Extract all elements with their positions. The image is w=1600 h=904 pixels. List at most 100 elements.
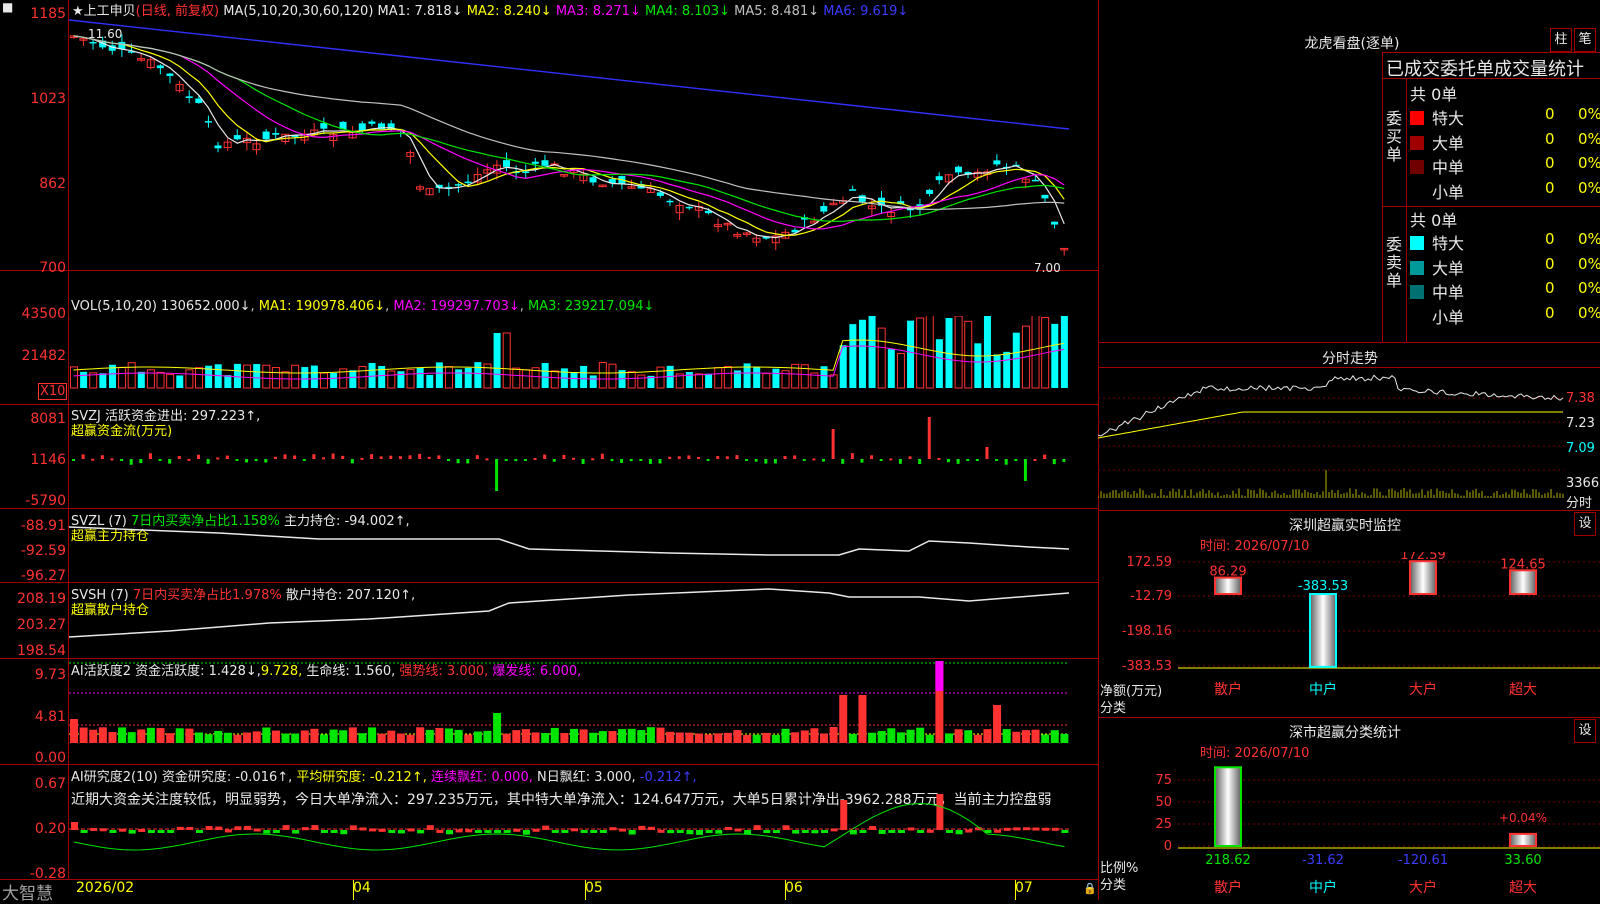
intraday-chart[interactable] (1098, 368, 1564, 508)
candle-body (589, 177, 597, 183)
vol-bar (176, 375, 184, 388)
research-bar (599, 830, 607, 833)
vol-bar (1060, 316, 1068, 388)
activity-bar (416, 727, 425, 743)
monitor-settings-button[interactable]: 设 (1574, 512, 1596, 536)
lock-icon[interactable]: 🔒 (1083, 882, 1097, 895)
monitor-bar-chart[interactable]: 172.59 -12.79 -198.16 -383.53 86.29 散户 -383.53… (1098, 552, 1600, 712)
x-axis-label: 06 (785, 880, 803, 896)
column-mode-button[interactable]: 柱 (1550, 28, 1572, 52)
activity-bar (1050, 730, 1059, 743)
research-bar (936, 794, 944, 830)
flow-bar (120, 459, 124, 461)
svzl-tick: -96.27 (20, 568, 66, 584)
vol-bar (435, 362, 443, 388)
activity-bar (118, 727, 127, 743)
order-type: 大单 (1432, 258, 1465, 278)
flow-bar (898, 459, 902, 464)
classify-settings-button[interactable]: 设 (1574, 719, 1596, 743)
activity-bar (377, 733, 386, 743)
activity-bar (733, 730, 742, 743)
activity-bar (108, 731, 117, 743)
vol-header: VOL(5,10,20) 130652.000↓, MA1: 190978.40… (71, 299, 655, 314)
price-tick: 862 (39, 176, 66, 192)
vol-bar (772, 368, 780, 388)
order-count: 0 (1545, 230, 1555, 248)
activity-bar (646, 727, 655, 743)
stats-left-line (1382, 52, 1383, 342)
flow-bar (72, 459, 75, 461)
flow-bar (995, 459, 999, 461)
flow-bar (706, 459, 710, 461)
order-pct: 0% (1578, 279, 1600, 297)
research-bar (811, 830, 819, 834)
category-bar (1409, 560, 1437, 595)
activity-bar (887, 728, 896, 743)
color-swatch (1410, 236, 1424, 250)
volume-chart[interactable] (69, 316, 1098, 404)
research-bar (1061, 830, 1069, 833)
vol-bar (445, 366, 453, 389)
activity-bar (435, 727, 444, 743)
flow-bar (947, 459, 950, 463)
activity-bar (781, 728, 790, 743)
monitor-top-line (1098, 510, 1600, 511)
vol-bar (253, 364, 261, 388)
activity-bar (656, 727, 665, 743)
stroke-mode-button[interactable]: 笔 (1574, 28, 1596, 52)
flow-bar (129, 459, 133, 465)
buy-label: 委买单 (1386, 109, 1403, 164)
vol-bar (137, 371, 145, 388)
flow-bar (398, 456, 402, 459)
vol-bar (349, 370, 357, 388)
vol-bar (493, 333, 501, 388)
vol-bar (849, 324, 857, 388)
activity-bar (271, 730, 280, 743)
price-tick: 1023 (30, 91, 66, 107)
activity-bar (223, 732, 232, 743)
flow-bar (360, 457, 364, 460)
ai-research-chart[interactable] (69, 765, 1098, 879)
flow-bar (591, 458, 595, 461)
category-bar (1309, 593, 1337, 668)
vol-bar (550, 370, 559, 389)
research-bar (917, 830, 925, 833)
research-bar (667, 830, 675, 834)
research-bar (176, 826, 184, 830)
vol-bar (156, 371, 165, 389)
flow-bar (754, 459, 758, 462)
candle-body (993, 160, 1001, 165)
flow-bar (293, 455, 297, 459)
activity-bar (858, 695, 867, 743)
classify-bar-chart[interactable]: 75 50 25 0 218.62 散户 -31.62 中户 -120.61 大户 33.60 超大 +… (1098, 760, 1600, 900)
svzj-tick: 1146 (30, 452, 66, 468)
activity-bar (473, 731, 482, 743)
activity-bar (291, 733, 300, 743)
ai-activity-chart[interactable] (69, 659, 1098, 764)
minute-vol-label: 分时 (1566, 496, 1593, 511)
stats-inner-line (1406, 78, 1407, 342)
vol-ma (73, 339, 1064, 374)
divider-xaxis (0, 879, 1098, 880)
fund-flow-chart[interactable] (69, 405, 1098, 508)
flow-bar (620, 459, 624, 463)
flow-bar (264, 459, 268, 463)
activity-bar (714, 733, 723, 743)
flow-bar (495, 459, 499, 491)
flow-bar (802, 459, 806, 461)
flow-bar (216, 457, 220, 460)
activity-bar (387, 730, 396, 743)
flow-bar (812, 458, 816, 461)
research-bar (561, 830, 569, 833)
avg-line (1098, 411, 1563, 439)
main-force-chart[interactable] (69, 509, 1098, 582)
research-bar (657, 829, 665, 833)
retail-chart[interactable] (69, 583, 1098, 658)
vol-unit-badge: X10 (38, 383, 68, 400)
classify-title: 深市超赢分类统计 (1289, 725, 1401, 741)
candlestick-chart[interactable] (69, 14, 1098, 270)
research-bar (744, 830, 752, 834)
classify-time: 时间: 2026/07/10 (1200, 746, 1310, 761)
vol-bar (993, 354, 1001, 388)
flow-bar (245, 459, 249, 463)
